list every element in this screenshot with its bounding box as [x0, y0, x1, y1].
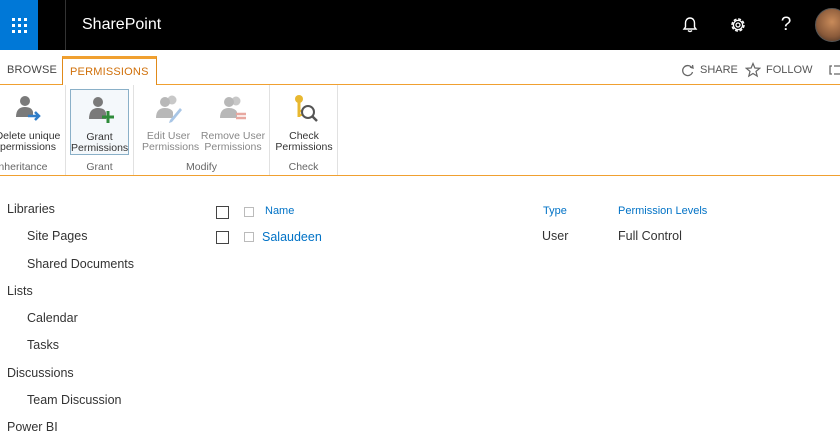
- edit-user-line2: Permissions: [142, 141, 200, 153]
- ribbon-body: Delete unique permissions Inheritance Gr…: [0, 85, 840, 176]
- delete-unique-permissions-button[interactable]: Delete unique permissions: [0, 89, 66, 155]
- nav-item-calendar[interactable]: Calendar: [27, 311, 78, 325]
- share-label: SHARE: [700, 64, 738, 76]
- follow-label: FOLLOW: [766, 64, 813, 76]
- header-item-checkbox[interactable]: [244, 207, 254, 217]
- notifications-button[interactable]: [677, 12, 703, 38]
- column-header-type[interactable]: Type: [543, 205, 567, 217]
- group-label-inheritance: Inheritance: [0, 161, 48, 173]
- row-permission-level: Full Control: [618, 229, 682, 243]
- group-label-grant: Grant: [86, 161, 113, 173]
- group-modify: Edit User Permissions Remove User Permis…: [134, 85, 270, 175]
- star-icon: [745, 62, 761, 78]
- check-permissions-icon: [295, 95, 318, 122]
- tab-browse[interactable]: BROWSE: [0, 56, 64, 85]
- edit-user-permissions-button[interactable]: Edit User Permissions: [142, 89, 200, 155]
- bell-icon: [682, 17, 698, 33]
- remove-user-permissions-button[interactable]: Remove User Permissions: [200, 89, 266, 155]
- nav-item-shared-documents[interactable]: Shared Documents: [27, 257, 134, 271]
- focus-button[interactable]: [828, 60, 840, 80]
- row-item-checkbox[interactable]: [244, 232, 254, 242]
- settings-button[interactable]: [725, 12, 751, 38]
- column-header-permission-levels[interactable]: Permission Levels: [618, 205, 707, 217]
- nav-item-power-bi[interactable]: Power BI: [7, 420, 58, 434]
- edit-user-permissions-icon: [155, 95, 182, 123]
- group-inheritance: Delete unique permissions Inheritance: [0, 85, 66, 175]
- group-label-check: Check: [288, 161, 319, 173]
- nav-item-discussions[interactable]: Discussions: [7, 366, 74, 380]
- check-line2: Permissions: [275, 141, 333, 153]
- nav-item-tasks[interactable]: Tasks: [27, 338, 59, 352]
- focus-content-icon: [829, 65, 840, 75]
- nav-item-team-discussion[interactable]: Team Discussion: [27, 393, 121, 407]
- group-grant: Grant Permissions Grant: [66, 85, 134, 175]
- check-permissions-button[interactable]: Check Permissions: [274, 89, 334, 155]
- help-icon: ?: [780, 14, 792, 35]
- group-check: Check Permissions Check: [270, 85, 338, 175]
- select-all-checkbox[interactable]: [216, 206, 229, 219]
- help-button[interactable]: ?: [773, 12, 799, 38]
- nav-item-lists[interactable]: Lists: [7, 284, 33, 298]
- group-label-modify: Modify: [186, 161, 217, 173]
- nav-item-libraries[interactable]: Libraries: [7, 202, 55, 216]
- app-launcher-button[interactable]: [0, 0, 38, 50]
- grant-line2: Permissions: [71, 142, 129, 154]
- share-button[interactable]: SHARE: [680, 60, 738, 80]
- suite-bar: SharePoint ?: [0, 0, 840, 50]
- avatar[interactable]: [815, 8, 840, 42]
- row-name-link[interactable]: Salaudeen: [262, 230, 322, 244]
- remove-user-permissions-icon: [220, 96, 246, 120]
- gear-icon: [731, 18, 745, 32]
- follow-button[interactable]: FOLLOW: [745, 60, 812, 80]
- delete-unique-permissions-icon: [16, 96, 41, 121]
- column-header-name[interactable]: Name: [265, 205, 294, 217]
- row-type: User: [542, 229, 569, 243]
- remove-user-line2: Permissions: [204, 141, 262, 153]
- tab-permissions[interactable]: PERMISSIONS: [62, 56, 157, 86]
- nav-item-site-pages[interactable]: Site Pages: [27, 229, 87, 243]
- app-launcher-icon: [11, 17, 27, 33]
- app-title[interactable]: SharePoint: [65, 0, 161, 50]
- delete-unique-line2: permissions: [0, 141, 57, 153]
- share-icon: [682, 64, 694, 76]
- row-select-checkbox[interactable]: [216, 231, 229, 244]
- grant-permissions-button[interactable]: Grant Permissions: [70, 89, 129, 155]
- grant-permissions-icon: [88, 97, 114, 123]
